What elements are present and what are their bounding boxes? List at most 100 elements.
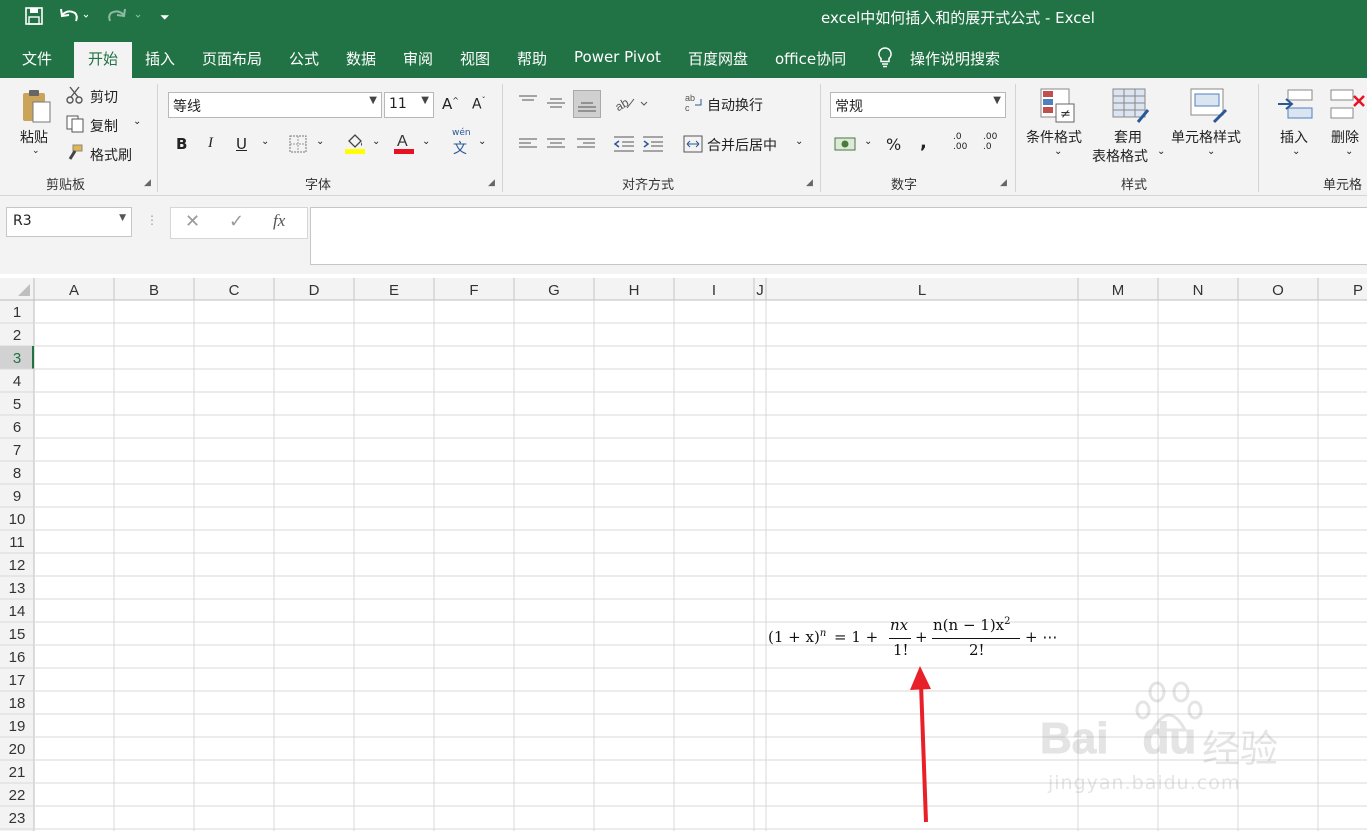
conditional-formatting-button[interactable]: 条件格式 (1026, 127, 1082, 147)
accounting-dropdown-icon[interactable]: ⌄ (864, 136, 872, 147)
align-center-icon[interactable] (546, 136, 566, 156)
font-color-icon[interactable]: A (393, 131, 415, 159)
tab-home[interactable]: 开始 (74, 42, 133, 79)
insert-cells-dropdown-icon[interactable]: ⌄ (1292, 146, 1300, 157)
delete-cells-icon[interactable] (1330, 88, 1367, 128)
tab-view[interactable]: 视图 (460, 48, 490, 69)
redo-icon[interactable] (106, 6, 142, 31)
alignment-launcher-icon[interactable]: ◢ (806, 178, 813, 188)
format-as-table-icon[interactable] (1112, 88, 1150, 128)
fill-color-dropdown-icon[interactable]: ⌄ (372, 136, 380, 147)
row-header-13[interactable]: 13 (9, 580, 26, 597)
merge-center-button[interactable]: 合并后居中 (707, 135, 777, 155)
accounting-format-icon[interactable] (834, 135, 858, 157)
scissors-icon[interactable] (66, 86, 84, 108)
tab-baidu-netdisk[interactable]: 百度网盘 (688, 48, 748, 69)
row-header-22[interactable]: 22 (9, 787, 26, 804)
equation-object[interactable]: (1 + x)n = 1 + nx 1! + n(n − 1)x2 2! + ⋯ (768, 614, 1068, 662)
column-header-J[interactable]: J (756, 282, 764, 299)
align-right-icon[interactable] (576, 136, 596, 156)
insert-cells-button[interactable]: 插入 (1280, 127, 1308, 147)
column-header-B[interactable]: B (149, 282, 159, 299)
increase-indent-icon[interactable] (642, 135, 664, 157)
cell-styles-icon[interactable] (1190, 88, 1228, 128)
tab-page-layout[interactable]: 页面布局 (202, 48, 262, 69)
tab-insert[interactable]: 插入 (145, 48, 175, 69)
format-as-table-button[interactable]: 套用 (1114, 127, 1142, 147)
row-header-2[interactable]: 2 (13, 327, 21, 344)
conditional-formatting-icon[interactable]: ≠ (1040, 88, 1076, 128)
cell-styles-button[interactable]: 单元格样式 (1171, 127, 1241, 147)
row-header-14[interactable]: 14 (9, 603, 26, 620)
number-launcher-icon[interactable]: ◢ (1000, 178, 1007, 188)
percent-style-button[interactable]: % (886, 135, 901, 154)
format-painter-button[interactable]: 格式刷 (90, 145, 132, 165)
row-header-10[interactable]: 10 (9, 511, 26, 528)
insert-cells-icon[interactable] (1276, 88, 1314, 128)
cell-styles-dropdown-icon[interactable]: ⌄ (1207, 146, 1215, 157)
column-header-G[interactable]: G (548, 282, 560, 299)
save-icon[interactable] (24, 6, 44, 31)
name-box[interactable]: R3 ▼ (6, 207, 132, 237)
wrap-text-button[interactable]: 自动换行 (707, 95, 763, 115)
tab-review[interactable]: 审阅 (403, 48, 433, 69)
font-color-dropdown-icon[interactable]: ⌄ (422, 136, 430, 147)
wrap-text-icon[interactable]: ab c (685, 93, 703, 117)
font-launcher-icon[interactable]: ◢ (488, 178, 495, 188)
clipboard-launcher-icon[interactable]: ◢ (144, 178, 151, 188)
row-header-23[interactable]: 23 (9, 810, 26, 827)
column-header-I[interactable]: I (712, 282, 716, 299)
align-bottom-icon[interactable] (573, 90, 601, 118)
copy-button[interactable]: 复制 (90, 116, 118, 136)
align-middle-icon[interactable] (546, 94, 566, 114)
column-header-E[interactable]: E (389, 282, 399, 299)
formula-bar-splitter-icon[interactable]: ⋮ (146, 213, 158, 227)
row-header-18[interactable]: 18 (9, 695, 26, 712)
lightbulb-icon[interactable] (876, 46, 894, 72)
chevron-down-icon[interactable]: ▼ (119, 213, 126, 223)
phonetic-guide-icon[interactable]: wén (452, 128, 471, 138)
orientation-icon[interactable]: ab (613, 94, 649, 116)
font-size-combo[interactable]: 11 ▼ (384, 92, 434, 118)
customize-quick-access-icon[interactable]: ⏷ (160, 10, 170, 25)
format-as-table-button-line2[interactable]: 表格格式 (1092, 146, 1148, 166)
row-header-16[interactable]: 16 (9, 649, 26, 666)
row-header-1[interactable]: 1 (13, 304, 21, 321)
cancel-icon[interactable]: ✕ (185, 211, 200, 232)
row-header-20[interactable]: 20 (9, 741, 26, 758)
copy-dropdown-icon[interactable]: ⌄ (133, 116, 141, 127)
column-header-A[interactable]: A (69, 282, 79, 299)
column-header-D[interactable]: D (309, 282, 320, 299)
undo-icon[interactable] (58, 6, 89, 31)
column-header-H[interactable]: H (629, 282, 640, 299)
tab-data[interactable]: 数据 (346, 48, 376, 69)
italic-button[interactable]: I (208, 135, 213, 152)
formula-input[interactable] (310, 207, 1367, 265)
decrease-font-size-icon[interactable]: Aˇ (472, 96, 486, 113)
row-header-11[interactable]: 11 (9, 534, 25, 551)
align-top-icon[interactable] (518, 94, 538, 114)
row-header-5[interactable]: 5 (13, 396, 21, 413)
delete-cells-dropdown-icon[interactable]: ⌄ (1345, 146, 1353, 157)
comma-style-button[interactable]: , (920, 132, 927, 153)
column-header-N[interactable]: N (1193, 282, 1204, 299)
row-header-6[interactable]: 6 (13, 419, 21, 436)
row-header-17[interactable]: 17 (9, 672, 26, 689)
chevron-down-icon[interactable]: ▼ (421, 95, 429, 106)
paste-button-label[interactable]: 粘贴 (20, 127, 48, 147)
row-header-9[interactable]: 9 (13, 488, 21, 505)
tab-office-collab[interactable]: office协同 (775, 48, 846, 69)
table-format-dropdown-icon[interactable]: ⌄ (1157, 146, 1165, 157)
chevron-down-icon[interactable]: ▼ (369, 95, 377, 106)
tell-me-search[interactable]: 操作说明搜索 (910, 48, 1000, 69)
tab-file[interactable]: 文件 (22, 48, 52, 69)
tab-formulas[interactable]: 公式 (289, 48, 319, 69)
paste-icon[interactable] (20, 88, 52, 128)
row-header-3[interactable]: 3 (13, 350, 21, 367)
paste-dropdown-icon[interactable]: ⌄ (32, 146, 40, 156)
increase-decimal-button[interactable]: .0.00 (953, 132, 967, 152)
align-left-icon[interactable] (518, 136, 538, 156)
column-header-M[interactable]: M (1112, 282, 1125, 299)
column-header-F[interactable]: F (469, 282, 478, 299)
decrease-decimal-button[interactable]: .00.0 (983, 132, 997, 152)
